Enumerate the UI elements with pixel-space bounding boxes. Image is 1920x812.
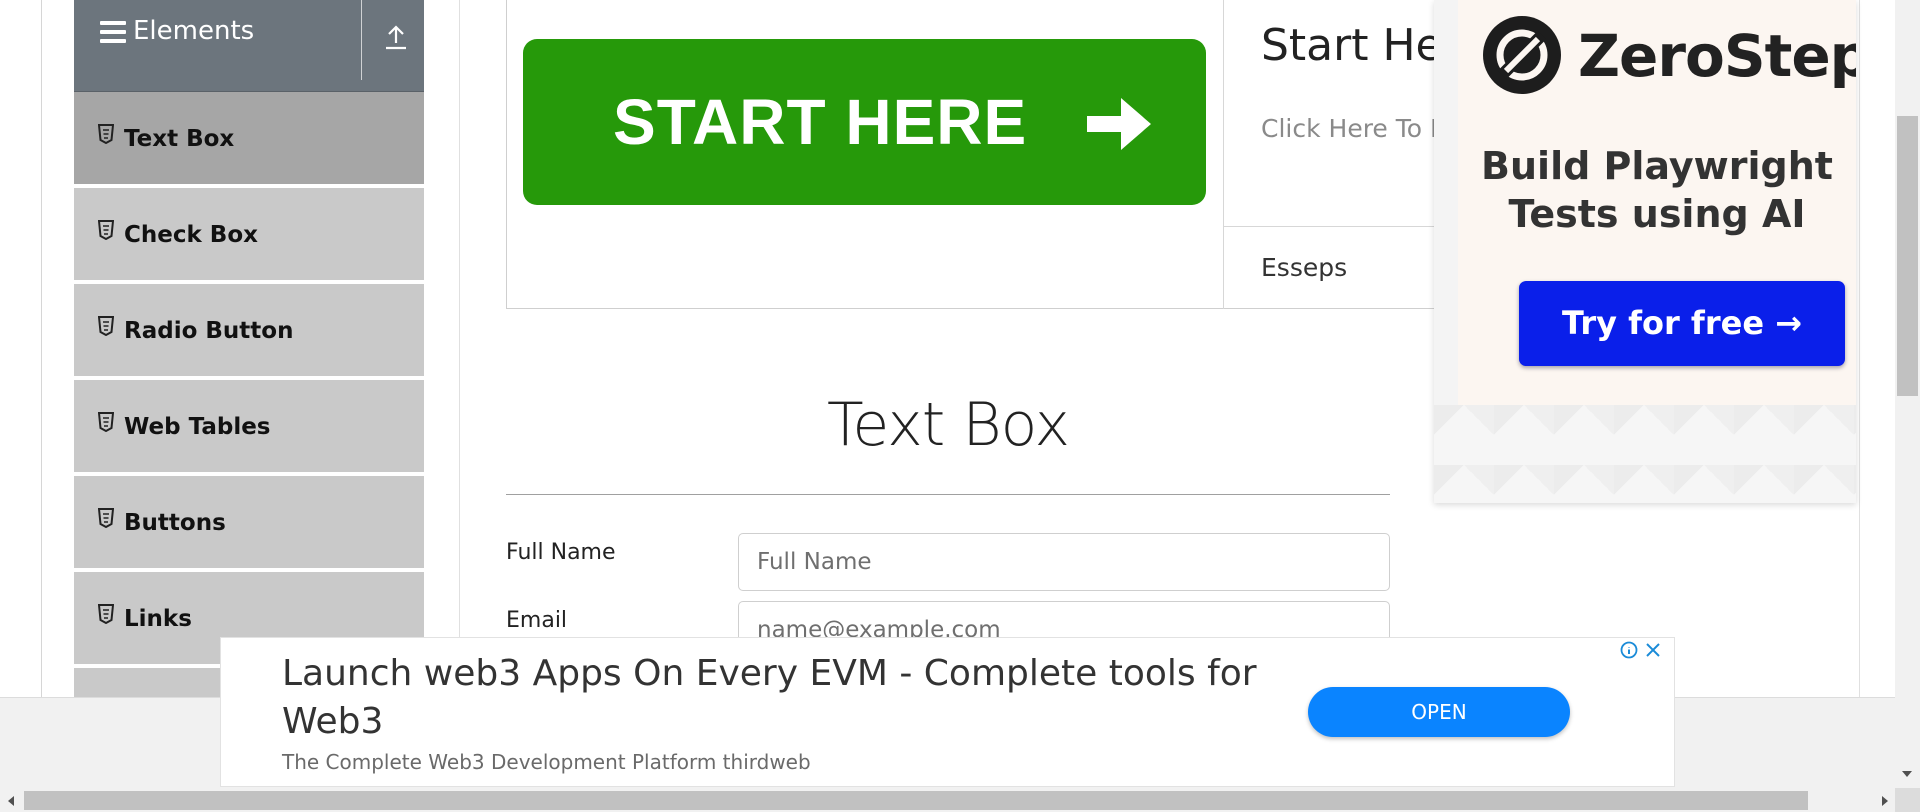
page-title: Text Box — [826, 390, 1070, 460]
html5-icon — [98, 412, 114, 432]
ad-subline: The Complete Web3 Development Platform t… — [282, 750, 811, 774]
banner-hline — [1224, 226, 1436, 227]
ad-headline[interactable]: Launch web3 Apps On Every EVM - Complete… — [282, 650, 1262, 746]
zerostep-logo-icon — [1483, 16, 1561, 94]
scroll-down-arrow-icon[interactable] — [1900, 768, 1914, 780]
sidebar-item-web-tables[interactable]: Web Tables — [74, 380, 424, 474]
html5-icon — [98, 220, 114, 240]
sidebar-right-border — [459, 0, 460, 697]
banner-subtitle-link[interactable]: Click Here To E — [1261, 114, 1446, 143]
ad-headline-line2: Tests using AI — [1508, 192, 1806, 236]
title-divider — [506, 494, 1390, 495]
start-here-banner-button[interactable]: START HERE — [523, 39, 1206, 205]
collapse-up-icon[interactable] — [384, 24, 408, 50]
full-name-input[interactable] — [738, 533, 1390, 591]
ad-brand: ZeroStep — [1578, 22, 1856, 90]
full-name-label: Full Name — [506, 540, 616, 565]
content-right-border — [1859, 0, 1860, 697]
sidebar-item-buttons[interactable]: Buttons — [74, 476, 424, 570]
bottom-ad[interactable]: Launch web3 Apps On Every EVM - Complete… — [220, 637, 1675, 787]
horizontal-scroll-thumb[interactable] — [24, 791, 1808, 810]
scrollbar-corner — [1895, 788, 1920, 812]
banner-divider — [1223, 0, 1224, 309]
html5-icon — [98, 508, 114, 528]
ad-headline: Build Playwright Tests using AI — [1458, 142, 1856, 238]
banner-title: Start Her — [1261, 20, 1461, 71]
hamburger-icon — [100, 21, 126, 43]
ad-pattern — [1434, 405, 1856, 503]
sidebar-item-radio-button[interactable]: Radio Button — [74, 284, 424, 378]
start-here-text: START HERE — [613, 86, 1028, 158]
sidebar-item-label: Text Box — [124, 126, 235, 152]
sidebar-item-label: Check Box — [124, 222, 258, 248]
ad-open-button[interactable]: OPEN — [1308, 687, 1570, 737]
adchoices-close-icon[interactable] — [1618, 639, 1664, 661]
sidebar-item-label: Radio Button — [124, 318, 294, 344]
sidebar: Elements Text Box Check Box Radio Button… — [74, 0, 424, 697]
scroll-left-arrow-icon[interactable] — [6, 794, 16, 808]
header-divider — [361, 0, 362, 80]
vertical-scroll-thumb[interactable] — [1897, 116, 1918, 396]
left-border — [41, 0, 42, 697]
sidebar-item-text-box[interactable]: Text Box — [74, 92, 424, 186]
sidebar-item-label: Web Tables — [124, 414, 271, 440]
sidebar-item-check-box[interactable]: Check Box — [74, 188, 424, 282]
page: Elements Text Box Check Box Radio Button… — [0, 0, 1920, 812]
try-for-free-button[interactable]: Try for free → — [1519, 281, 1845, 366]
zerostep-ad[interactable]: ZeroStep Build Playwright Tests using AI… — [1434, 0, 1856, 503]
html5-icon — [98, 124, 114, 144]
ad-headline-line1: Build Playwright — [1481, 144, 1833, 188]
html5-icon — [98, 316, 114, 336]
sidebar-group-elements[interactable]: Elements — [74, 0, 424, 92]
sidebar-item-label: Links — [124, 606, 192, 632]
sidebar-group-title: Elements — [133, 16, 255, 46]
scroll-right-arrow-icon[interactable] — [1880, 794, 1890, 808]
sidebar-item-label: Buttons — [124, 510, 226, 536]
banner-footer: Esseps — [1261, 253, 1348, 282]
email-label: Email — [506, 608, 568, 633]
arrow-right-icon — [1087, 98, 1151, 150]
html5-icon — [98, 604, 114, 624]
